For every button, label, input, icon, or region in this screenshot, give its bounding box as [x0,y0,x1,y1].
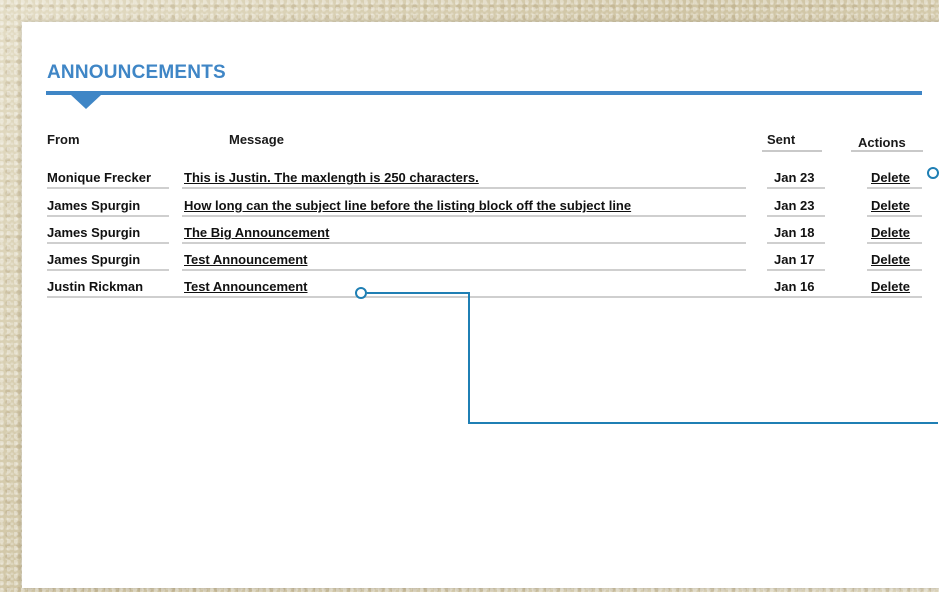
column-header-actions: Actions [858,135,906,150]
row-message-link[interactable]: The Big Announcement [184,225,329,240]
table-row: James Spurgin The Big Announcement Jan 1… [22,220,939,246]
row-message-link[interactable]: Test Announcement [184,252,308,267]
row-divider [867,187,922,189]
row-divider [867,215,922,217]
callout-connector [468,422,938,424]
table-row: Monique Frecker This is Justin. The maxl… [22,165,939,191]
row-from: Justin Rickman [47,279,144,294]
row-from: James Spurgin [47,252,141,267]
row-divider [867,269,922,271]
row-divider [182,215,746,217]
row-divider [182,187,746,189]
row-delete-link[interactable]: Delete [871,279,910,294]
title-divider [46,91,922,95]
row-divider [182,242,746,244]
row-from: James Spurgin [47,225,141,240]
table-row: James Spurgin How long can the subject l… [22,193,939,219]
row-divider [767,269,825,271]
row-delete-link[interactable]: Delete [871,170,910,185]
row-delete-link[interactable]: Delete [871,252,910,267]
title-pointer-icon [71,95,101,109]
callout-marker-icon [927,167,939,179]
page-title: ANNOUNCEMENTS [47,62,226,83]
row-from: Monique Frecker [47,170,152,185]
sent-header-underline [762,150,822,152]
row-sent: Jan 23 [774,170,815,185]
row-divider [182,269,746,271]
actions-header-underline [851,150,923,152]
row-divider [47,296,922,298]
column-header-sent: Sent [767,132,796,147]
row-message-link[interactable]: How long can the subject line before the… [184,198,631,213]
announcements-panel: ANNOUNCEMENTS From Message Sent Actions … [22,22,939,588]
row-delete-link[interactable]: Delete [871,225,910,240]
row-divider [767,187,825,189]
row-sent: Jan 23 [774,198,815,213]
row-divider [47,242,169,244]
column-header-message: Message [229,132,284,147]
row-delete-link[interactable]: Delete [871,198,910,213]
row-divider [47,269,169,271]
row-divider [47,215,169,217]
column-header-from: From [47,132,80,147]
row-divider [767,242,825,244]
row-from: James Spurgin [47,198,141,213]
row-divider [47,187,169,189]
callout-marker-icon [355,287,367,299]
row-divider [767,215,825,217]
row-sent: Jan 17 [774,252,815,267]
row-sent: Jan 16 [774,279,815,294]
row-message-link[interactable]: This is Justin. The maxlength is 250 cha… [184,170,479,185]
table-row: Justin Rickman Test Announcement Jan 16 … [22,274,939,300]
callout-connector [468,292,470,424]
row-message-link[interactable]: Test Announcement [184,279,308,294]
callout-connector [367,292,469,294]
table-row: James Spurgin Test Announcement Jan 17 D… [22,247,939,273]
row-divider [867,242,922,244]
row-sent: Jan 18 [774,225,815,240]
